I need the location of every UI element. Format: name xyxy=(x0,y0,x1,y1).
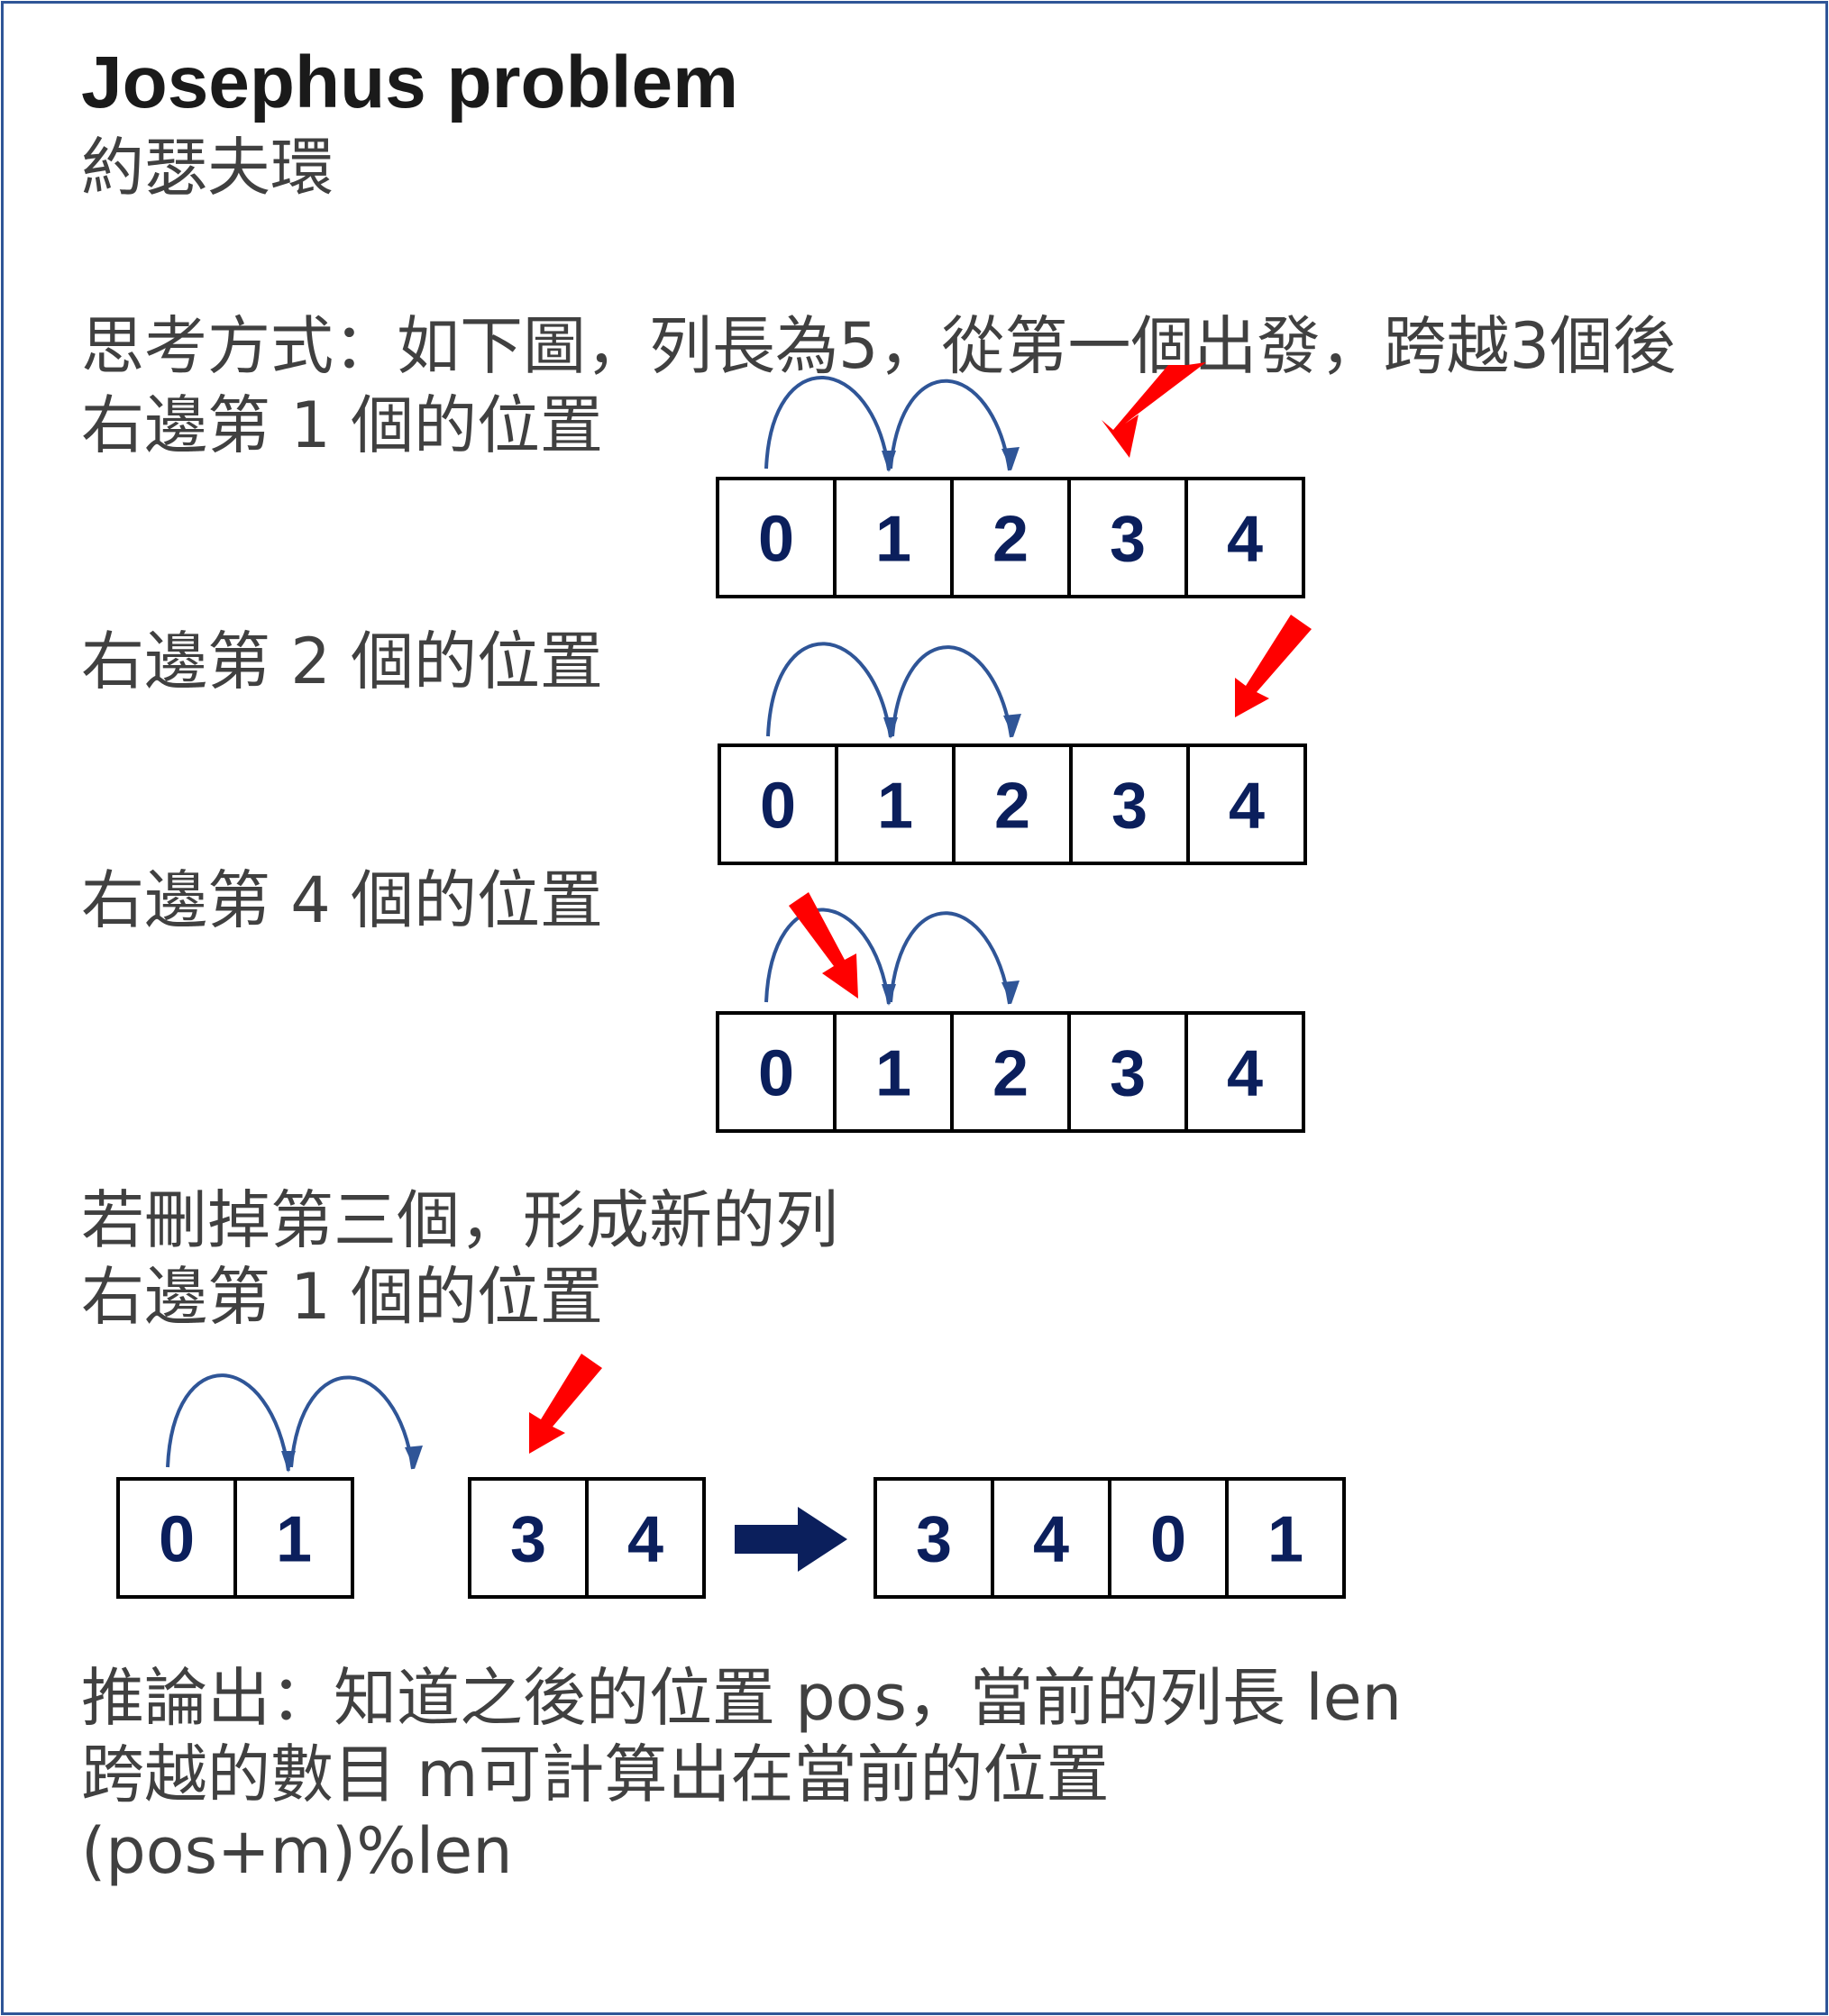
array-cell-label: 4 xyxy=(1227,1038,1263,1110)
array-cell-label: 0 xyxy=(159,1504,195,1576)
array-cell-label: 0 xyxy=(758,1038,794,1110)
array-cell-label: 1 xyxy=(875,504,911,576)
array-cell-label: 3 xyxy=(1110,504,1146,576)
array-cell-label: 1 xyxy=(875,1038,911,1110)
array-cell-label: 3 xyxy=(1110,1038,1146,1110)
pointer-arrow-icon xyxy=(529,1354,602,1454)
array-cell-label: 2 xyxy=(992,504,1029,576)
hop-arc-icon xyxy=(289,1375,415,1470)
result-cell-group: 3 4 0 1 xyxy=(873,1477,1346,1599)
array-cell-label: 0 xyxy=(758,504,794,576)
array-cell-label: 2 xyxy=(994,771,1030,843)
array-cell-label: 4 xyxy=(1033,1504,1069,1576)
hop-arc-icon xyxy=(891,645,1013,738)
middle-cell-group: 34 xyxy=(468,1477,706,1599)
array-cell-label: 3 xyxy=(510,1504,546,1576)
hop-arc-icon xyxy=(166,1373,290,1472)
hop-arc-icon xyxy=(1003,714,1021,737)
hop-arc-icon xyxy=(889,911,1011,1005)
array-cell-label: 1 xyxy=(1267,1504,1303,1576)
hop-arc-icon xyxy=(1001,447,1020,470)
array-cell-label: 0 xyxy=(760,771,796,843)
pointer-arrow-icon xyxy=(1235,615,1312,717)
array-cell-label: 1 xyxy=(276,1504,312,1576)
hop-arc-icon xyxy=(889,379,1011,471)
josephus-diagram: 01234 01234 01234 01 34 3401 xyxy=(116,362,1346,1599)
left-cell-group: 01 xyxy=(116,1477,354,1599)
array-cell-label: 3 xyxy=(1111,771,1148,843)
hop-arc-icon xyxy=(1001,981,1020,1004)
cell-row-1: 0 1 2 3 4 xyxy=(716,477,1305,598)
hop-arc-icon xyxy=(764,376,891,471)
array-cell-label: 1 xyxy=(877,771,913,843)
array-cell-label: 3 xyxy=(916,1504,952,1576)
cell-row-2: 0 1 2 3 4 xyxy=(718,743,1307,865)
array-cell-label: 4 xyxy=(1229,771,1265,843)
hop-arc-icon xyxy=(766,642,892,738)
pointer-arrow-icon xyxy=(1102,362,1206,458)
array-cell-label: 2 xyxy=(992,1038,1029,1110)
cell-row-3: 0 1 2 3 4 xyxy=(716,1011,1305,1133)
array-cell-label: 4 xyxy=(627,1504,663,1576)
array-cell-label: 0 xyxy=(1150,1504,1186,1576)
array-cell-label: 4 xyxy=(1227,504,1263,576)
hop-arc-icon xyxy=(405,1446,423,1469)
transform-arrow-icon xyxy=(735,1507,847,1572)
